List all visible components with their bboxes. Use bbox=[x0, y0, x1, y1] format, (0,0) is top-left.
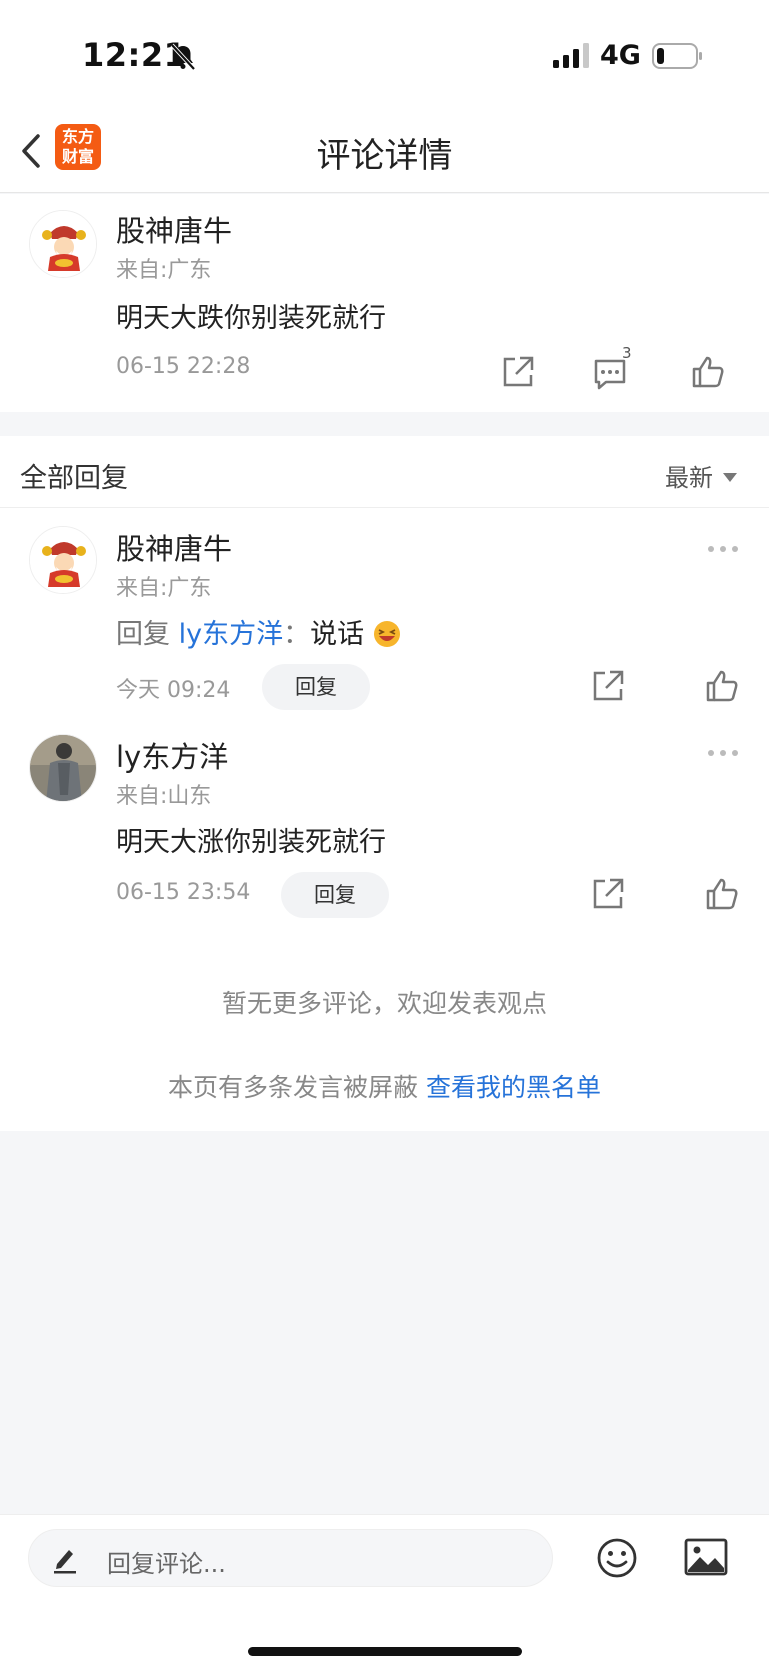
reply-comment-input[interactable]: 回复评论... bbox=[28, 1529, 553, 1587]
location: 来自:广东 bbox=[116, 576, 212, 601]
reply-prefix: 回复 bbox=[116, 619, 179, 650]
blocked-notice: 本页有多条发言被屏蔽 查看我的黑名单 bbox=[0, 1068, 769, 1104]
home-indicator bbox=[248, 1647, 522, 1656]
comment-text: 明天大跌你别装死就行 bbox=[116, 303, 386, 334]
sort-label: 最新 bbox=[665, 464, 713, 492]
reply-count-badge: 3 bbox=[622, 344, 632, 362]
thumbs-up-icon[interactable] bbox=[704, 876, 740, 912]
user-photo-avatar-icon bbox=[30, 735, 96, 801]
no-more-comments: 暂无更多评论，欢迎发表观点 bbox=[221, 989, 547, 1018]
laughing-emoji-icon bbox=[373, 621, 400, 647]
replies-section: 全部回复 最新 股神唐牛 来自:广东 回复 ly东方洋：说话 今天 09:24 … bbox=[0, 436, 769, 1131]
more-options-icon[interactable] bbox=[706, 544, 740, 554]
reply-input-placeholder: 回复评论... bbox=[107, 1550, 226, 1578]
reply-item: 股神唐牛 来自:广东 回复 ly东方洋：说话 今天 09:24 回复 bbox=[0, 508, 769, 716]
mention-colon: ： bbox=[283, 619, 311, 650]
username[interactable]: 股神唐牛 bbox=[116, 526, 232, 568]
avatar[interactable] bbox=[29, 210, 97, 278]
share-icon[interactable] bbox=[590, 876, 626, 912]
bell-muted-icon bbox=[170, 43, 196, 71]
pencil-icon bbox=[54, 1550, 76, 1574]
timestamp: 今天 09:24 bbox=[116, 678, 231, 703]
battery-icon bbox=[652, 43, 702, 69]
avatar[interactable] bbox=[29, 734, 97, 802]
caret-down-icon bbox=[723, 473, 737, 482]
thumbs-up-icon[interactable] bbox=[690, 354, 726, 390]
reply-button[interactable]: 回复 bbox=[262, 664, 370, 710]
blacklist-link[interactable]: 查看我的黑名单 bbox=[426, 1073, 601, 1102]
status-bar: 12:21 4G bbox=[0, 0, 769, 110]
caishen-avatar-icon bbox=[30, 527, 96, 593]
reply-text: 说话 bbox=[310, 619, 365, 650]
timestamp: 06-15 22:28 bbox=[116, 354, 251, 379]
comment-text: 明天大涨你别装死就行 bbox=[116, 827, 386, 858]
main-comment: 股神唐牛 来自:广东 明天大跌你别装死就行 06-15 22:28 3 bbox=[0, 194, 769, 412]
page-title: 评论详情 bbox=[316, 136, 453, 176]
reply-item: ly东方洋 来自:山东 明天大涨你别装死就行 06-15 23:54 回复 bbox=[0, 716, 769, 936]
username[interactable]: ly东方洋 bbox=[116, 734, 228, 776]
comment-text: 回复 ly东方洋：说话 bbox=[116, 612, 401, 651]
share-icon[interactable] bbox=[500, 354, 536, 390]
location: 来自:广东 bbox=[116, 258, 212, 283]
username[interactable]: 股神唐牛 bbox=[116, 208, 232, 250]
more-options-icon[interactable] bbox=[706, 748, 740, 758]
network-type: 4G bbox=[600, 40, 641, 71]
sort-dropdown[interactable]: 最新 bbox=[665, 458, 737, 493]
thumbs-up-icon[interactable] bbox=[704, 668, 740, 704]
avatar[interactable] bbox=[29, 526, 97, 594]
bottom-bar: 回复评论... bbox=[0, 1514, 769, 1665]
caishen-avatar-icon bbox=[30, 211, 96, 277]
replies-header: 全部回复 最新 bbox=[0, 436, 769, 508]
share-icon[interactable] bbox=[590, 668, 626, 704]
signal-icon bbox=[553, 43, 589, 68]
blocked-notice-text: 本页有多条发言被屏蔽 bbox=[168, 1073, 426, 1102]
location: 来自:山东 bbox=[116, 784, 212, 809]
nav-bar: 东方 财富 评论详情 bbox=[0, 110, 769, 193]
reply-button[interactable]: 回复 bbox=[281, 872, 389, 918]
timestamp: 06-15 23:54 bbox=[116, 880, 251, 905]
replies-header-title: 全部回复 bbox=[20, 463, 128, 494]
emoji-icon[interactable] bbox=[596, 1537, 638, 1579]
mention-link[interactable]: ly东方洋 bbox=[179, 619, 283, 650]
image-icon[interactable] bbox=[684, 1537, 728, 1577]
